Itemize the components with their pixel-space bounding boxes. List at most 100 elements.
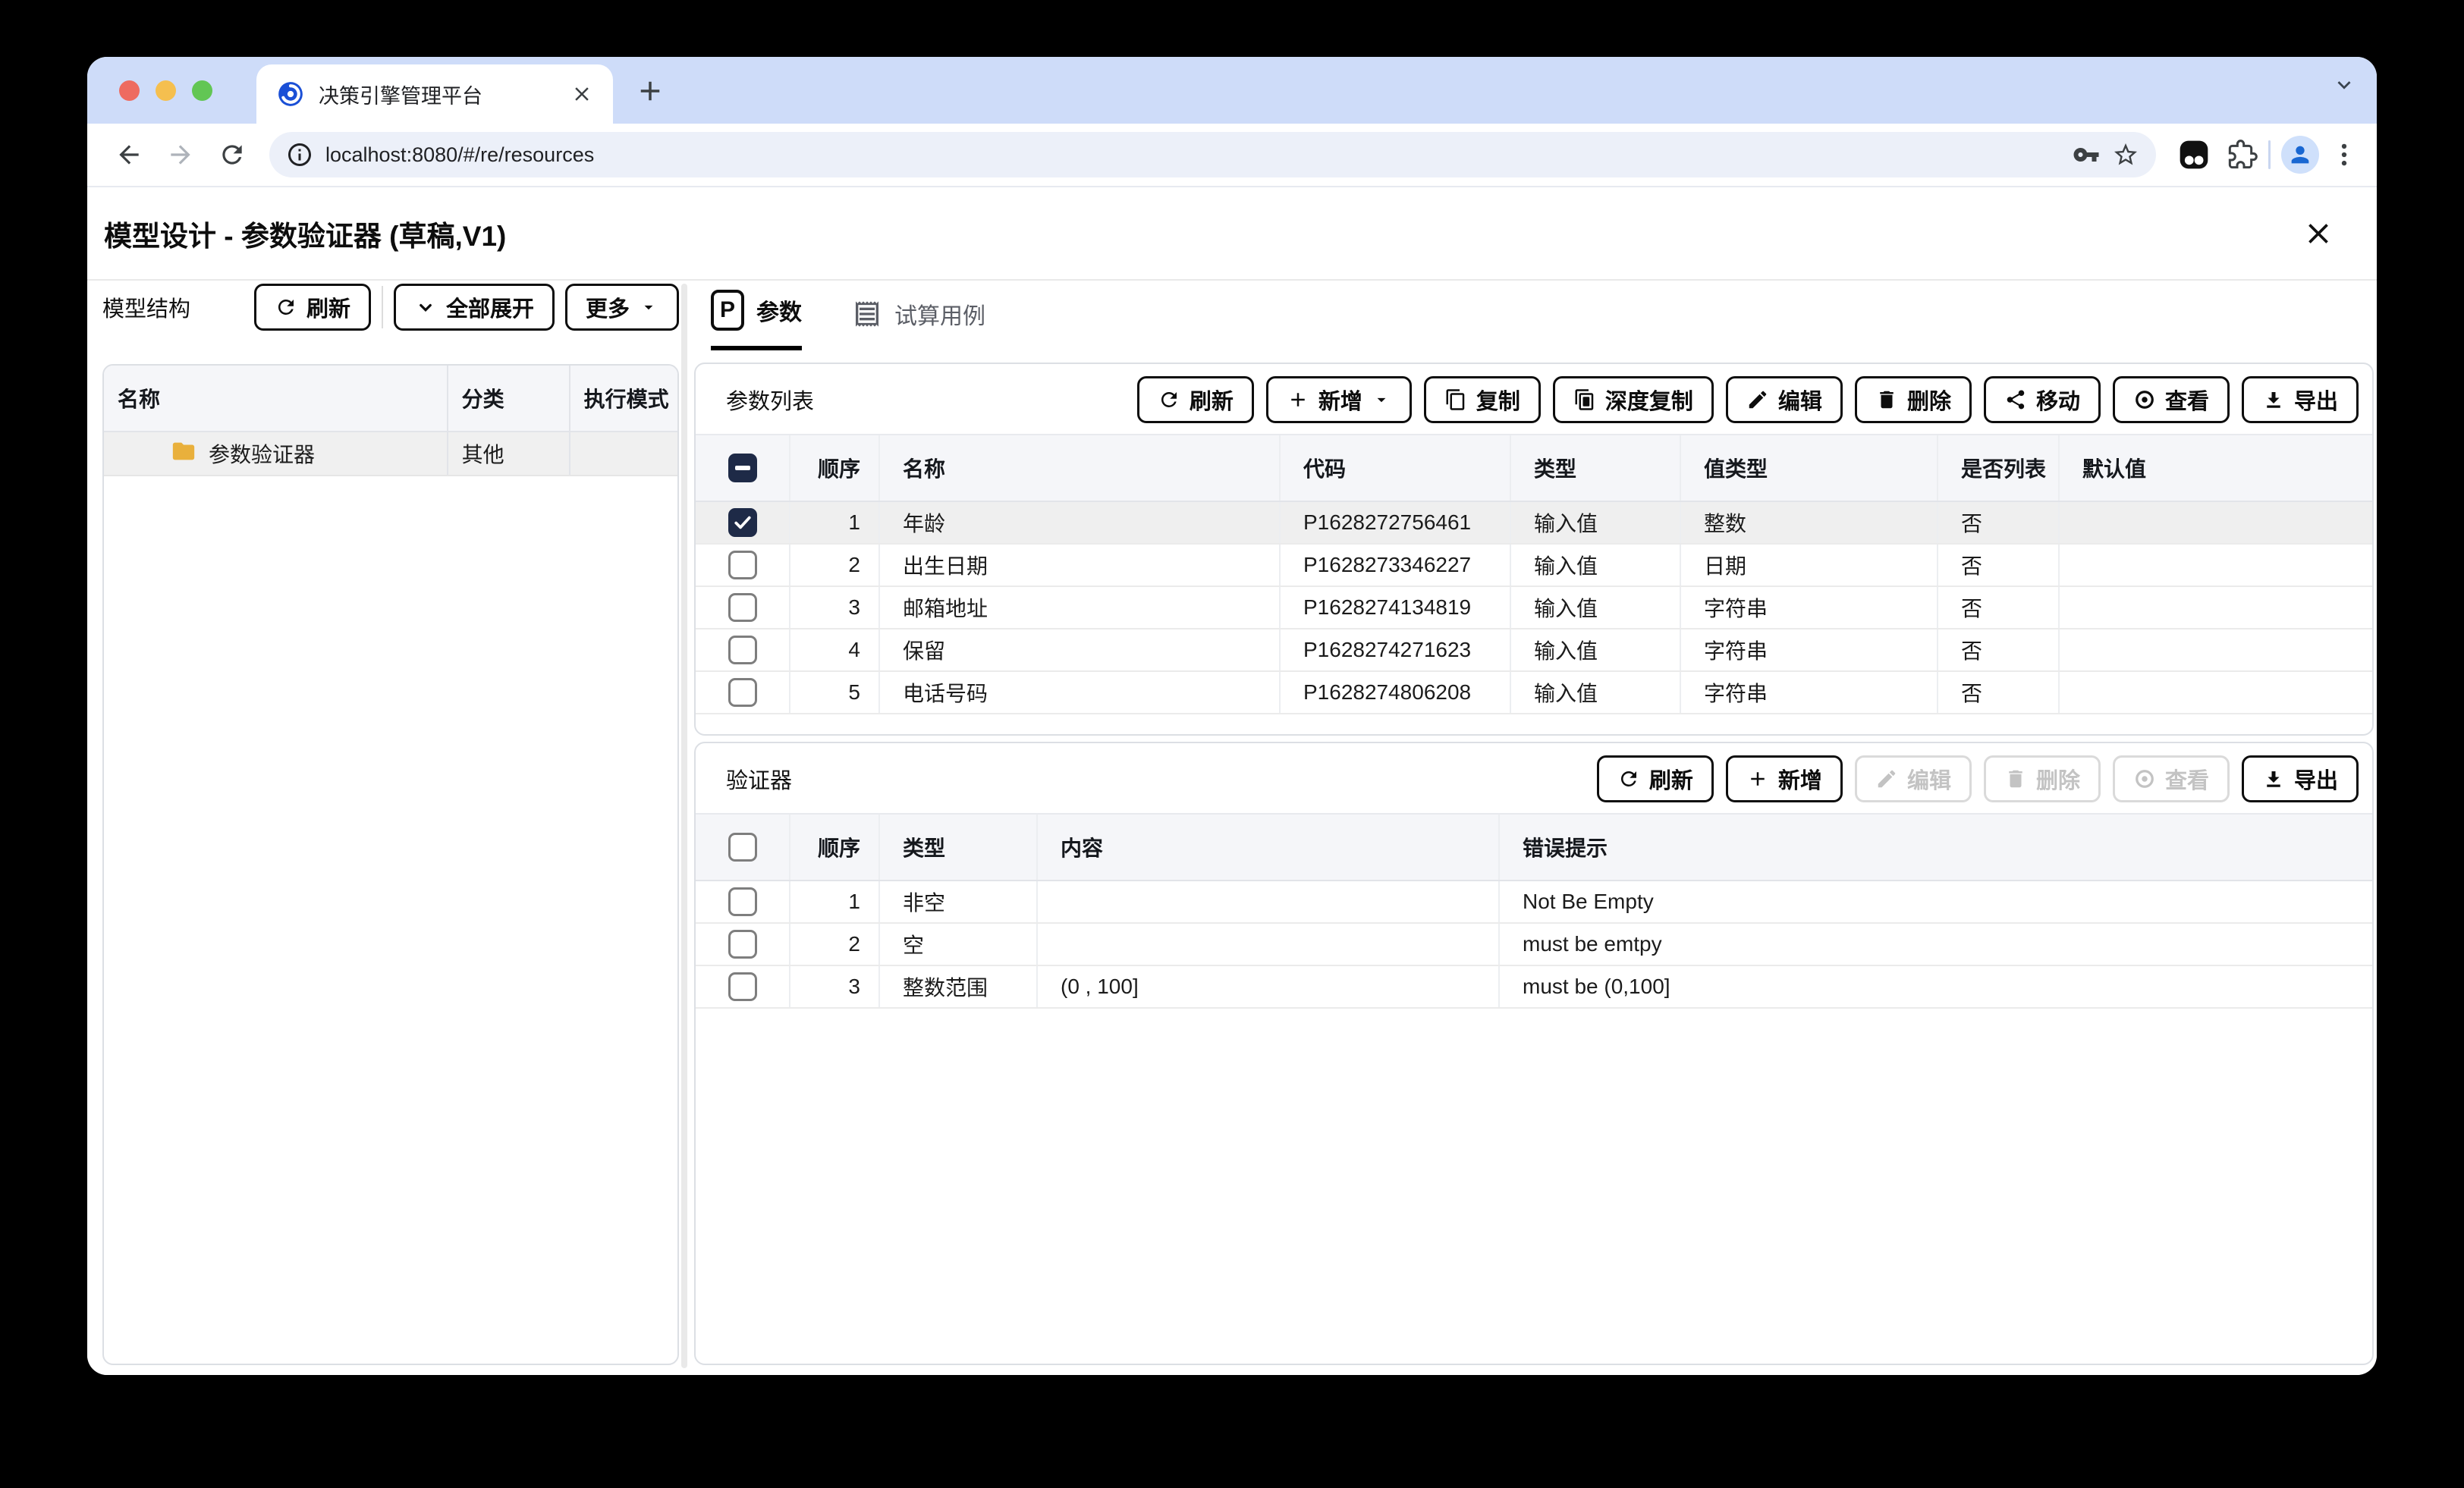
- column-header: 代码: [1281, 435, 1511, 501]
- table-row[interactable]: 2空must be emtpy: [696, 924, 2372, 966]
- toolbar-button-refresh[interactable]: 刷新: [1597, 755, 1714, 802]
- password-manager-icon[interactable]: [2073, 141, 2100, 168]
- back-button[interactable]: [105, 131, 152, 178]
- checkbox-unchecked[interactable]: [728, 930, 757, 959]
- expand-all-button[interactable]: 全部展开: [394, 284, 555, 331]
- chevron-down-icon: [414, 296, 437, 319]
- cell-error: must be (0,100]: [1500, 966, 2372, 1007]
- tab-close-icon[interactable]: [570, 83, 593, 105]
- cell-value_type: 整数: [1681, 502, 1938, 543]
- forward-button[interactable]: [157, 131, 204, 178]
- toolbar-button-move[interactable]: 移动: [1984, 376, 2101, 423]
- cell-order: 2: [790, 924, 880, 965]
- browser-window: 决策引擎管理平台 localhost:8080/#/re/resources: [87, 57, 2377, 1375]
- browser-toolbar: localhost:8080/#/re/resources: [87, 124, 2377, 187]
- toolbar-button-edit[interactable]: 编辑: [1726, 376, 1843, 423]
- table-row[interactable]: 5电话号码P1628274806208输入值字符串否: [696, 672, 2372, 714]
- cell-value_type: 日期: [1681, 545, 1938, 585]
- detail-tabs: P 参数 试算用例: [711, 281, 985, 350]
- bookmark-star-icon[interactable]: [2112, 141, 2139, 168]
- toolbar-button-refresh[interactable]: 刷新: [1137, 376, 1254, 423]
- table-row[interactable]: 2出生日期P1628273346227输入值日期否: [696, 545, 2372, 587]
- validator-section: 验证器 刷新新增编辑删除查看导出 顺序类型内容错误提示1非空Not Be Emp…: [694, 742, 2374, 1365]
- model-tree-table: 名称 分类 执行模式 参数验证器 其他: [102, 364, 679, 1365]
- select-all-cell: [696, 815, 790, 880]
- extension-shortcut-icon[interactable]: [2177, 138, 2211, 171]
- profile-avatar[interactable]: [2281, 136, 2319, 174]
- browser-tab[interactable]: 决策引擎管理平台: [256, 64, 613, 124]
- plus-icon: [1287, 388, 1309, 411]
- tab-params[interactable]: P 参数: [711, 290, 802, 350]
- tab-search-chevron-icon[interactable]: [2331, 72, 2357, 98]
- tree-node-exec-mode: [570, 432, 677, 475]
- tab-title: 决策引擎管理平台: [319, 80, 557, 109]
- eye-icon: [2133, 768, 2156, 790]
- toolbar-button-trash[interactable]: 删除: [1855, 376, 1972, 423]
- column-header: 类型: [880, 815, 1038, 880]
- checkbox-unchecked[interactable]: [728, 551, 757, 579]
- validator-section-title: 验证器: [726, 763, 792, 795]
- table-row[interactable]: 4保留P1628274271623输入值字符串否: [696, 629, 2372, 672]
- checkbox-unchecked[interactable]: [728, 636, 757, 664]
- tree-refresh-button[interactable]: 刷新: [254, 284, 371, 331]
- checkbox-unchecked[interactable]: [728, 972, 757, 1001]
- tab-trial-cases[interactable]: 试算用例: [852, 297, 985, 350]
- cell-default_value: [2060, 502, 2372, 543]
- checkbox-indeterminate[interactable]: [728, 454, 757, 482]
- checkbox-unchecked[interactable]: [728, 833, 757, 862]
- row-select-cell: [696, 545, 790, 585]
- cell-order: 5: [790, 672, 880, 713]
- move-icon: [2004, 388, 2027, 411]
- site-info-icon[interactable]: [286, 141, 313, 168]
- cell-is_list: 否: [1938, 545, 2060, 585]
- column-header: 执行模式: [570, 366, 677, 431]
- checkbox-unchecked[interactable]: [728, 678, 757, 707]
- cell-code: P1628274271623: [1281, 629, 1511, 670]
- column-header: 默认值: [2060, 435, 2372, 501]
- toolbar-button-plus[interactable]: 新增: [1726, 755, 1843, 802]
- cell-name: 电话号码: [880, 672, 1281, 713]
- new-tab-button[interactable]: [634, 75, 666, 107]
- toolbar-button-export[interactable]: 导出: [2242, 755, 2359, 802]
- chrome-menu-icon[interactable]: [2330, 140, 2359, 169]
- extensions-icon[interactable]: [2227, 140, 2258, 170]
- close-window-button[interactable]: [119, 80, 140, 101]
- validator-table: 顺序类型内容错误提示1非空Not Be Empty2空must be emtpy…: [696, 813, 2372, 1009]
- table-row[interactable]: 3整数范围(0 , 100]must be (0,100]: [696, 966, 2372, 1009]
- site-favicon: [276, 80, 305, 108]
- toolbar-button-eye[interactable]: 查看: [2113, 376, 2230, 423]
- checkbox-unchecked[interactable]: [728, 887, 757, 916]
- cell-type: 非空: [880, 881, 1038, 922]
- cell-order: 3: [790, 966, 880, 1007]
- address-bar[interactable]: localhost:8080/#/re/resources: [269, 132, 2156, 177]
- panel-splitter[interactable]: [681, 284, 687, 1368]
- zoom-window-button[interactable]: [192, 80, 212, 101]
- tree-row-validator[interactable]: 参数验证器 其他: [104, 432, 677, 476]
- export-icon: [2262, 768, 2285, 790]
- toolbar-button-plus[interactable]: 新增: [1266, 376, 1412, 423]
- table-row[interactable]: 3邮箱地址P1628274134819输入值字符串否: [696, 587, 2372, 629]
- edit-icon: [1875, 768, 1898, 790]
- trash-icon: [2004, 768, 2027, 790]
- minimize-window-button[interactable]: [156, 80, 176, 101]
- cell-is_list: 否: [1938, 587, 2060, 628]
- table-row[interactable]: 1非空Not Be Empty: [696, 881, 2372, 924]
- tree-node-category: 其他: [448, 432, 570, 475]
- cell-type: 输入值: [1511, 672, 1681, 713]
- more-button[interactable]: 更多: [565, 284, 679, 331]
- reload-button[interactable]: [209, 131, 256, 178]
- cell-code: P1628272756461: [1281, 502, 1511, 543]
- toolbar-button-deep-copy[interactable]: 深度复制: [1553, 376, 1714, 423]
- toolbar-button-copy[interactable]: 复制: [1424, 376, 1541, 423]
- cell-type: 输入值: [1511, 629, 1681, 670]
- page-close-icon[interactable]: [2302, 217, 2335, 250]
- cell-name: 出生日期: [880, 545, 1281, 585]
- table-header-row: 顺序名称代码类型值类型是否列表默认值: [696, 434, 2372, 502]
- checkbox-unchecked[interactable]: [728, 593, 757, 622]
- table-row[interactable]: 1年龄P1628272756461输入值整数否: [696, 502, 2372, 545]
- cell-is_list: 否: [1938, 629, 2060, 670]
- checkbox-checked[interactable]: [728, 508, 757, 537]
- row-select-cell: [696, 924, 790, 965]
- column-header: 名称: [104, 366, 448, 431]
- toolbar-button-export[interactable]: 导出: [2242, 376, 2359, 423]
